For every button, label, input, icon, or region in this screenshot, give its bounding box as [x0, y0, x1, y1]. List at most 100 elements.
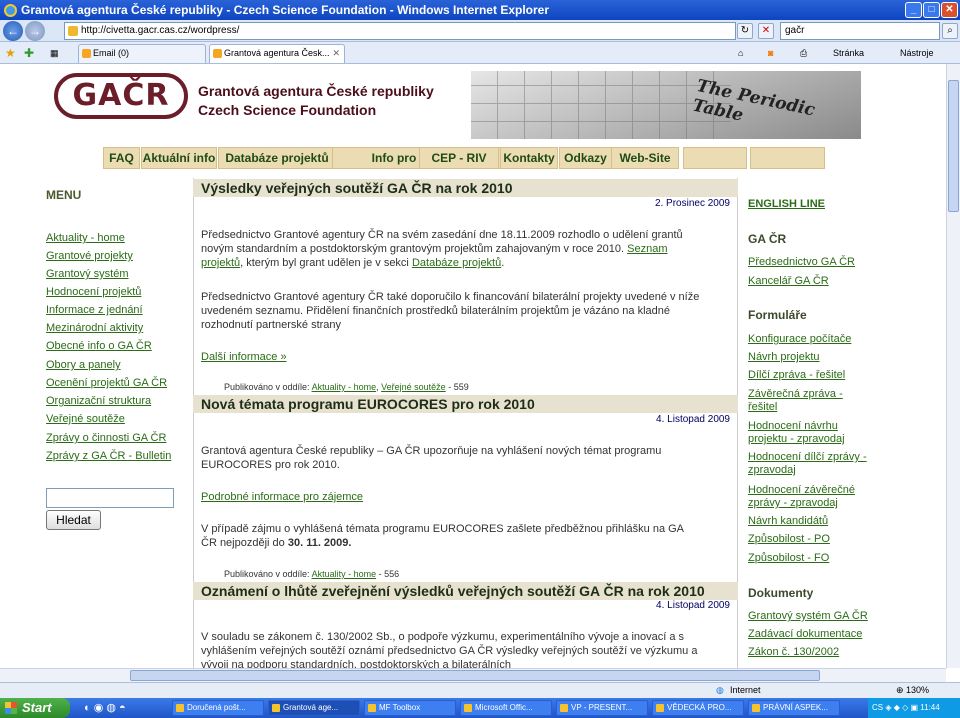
- refresh-button[interactable]: ↻: [737, 23, 753, 39]
- right-link[interactable]: Zadávací dokumentace: [748, 628, 873, 641]
- quick-launch-icons[interactable]: ◐ ◉ ◍ ◓: [84, 701, 126, 714]
- nav-aktualni-info[interactable]: Aktuální info: [141, 147, 217, 169]
- taskbar-item[interactable]: VĚDECKÁ PRO...: [652, 700, 744, 716]
- post-date: 4. Listopad 2009: [656, 600, 730, 611]
- language-indicator[interactable]: CS: [872, 703, 883, 712]
- right-link[interactable]: Zákon č. 130/2002: [748, 646, 873, 659]
- zoom-level[interactable]: 130%: [906, 685, 929, 695]
- menu-item[interactable]: Mezinárodní aktivity: [46, 322, 143, 334]
- right-link[interactable]: Návrh projektu: [748, 351, 873, 364]
- right-link[interactable]: Hodnocení návrhu projektu - zpravodaj: [748, 420, 863, 446]
- post-title[interactable]: Nová témata programu EUROCORES pro rok 2…: [193, 395, 738, 413]
- menu-item[interactable]: Obory a panely: [46, 359, 121, 371]
- home-icon[interactable]: ⌂: [738, 46, 743, 60]
- taskbar-item[interactable]: Grantová age...: [268, 700, 360, 716]
- horizontal-scrollbar[interactable]: [0, 668, 946, 682]
- taskbar-item[interactable]: Microsoft Offic...: [460, 700, 552, 716]
- post-meta: Publikováno v oddíle: Aktuality - home -…: [224, 569, 400, 579]
- stop-button[interactable]: ✕: [758, 23, 774, 39]
- right-link[interactable]: Konfigurace počítače: [748, 333, 873, 346]
- taskbar: Start ◐ ◉ ◍ ◓ Doručená pošt... Grantová …: [0, 698, 960, 718]
- status-bar: ◍ Internet ⊕ 130%: [0, 682, 960, 698]
- forward-button[interactable]: →: [25, 21, 45, 41]
- minimize-button[interactable]: _: [905, 2, 922, 18]
- post-title[interactable]: Oznámení o lhůtě zveřejnění výsledků veř…: [193, 582, 738, 600]
- site-search-input[interactable]: [46, 488, 174, 508]
- tab-label: Grantová agentura Česk...: [224, 48, 330, 58]
- favorites-star-icon[interactable]: ★: [5, 46, 16, 60]
- menu-item[interactable]: Hodnocení projektů: [46, 286, 141, 298]
- zoom-icon: ⊕: [896, 685, 904, 695]
- nav-empty-2: [750, 147, 825, 169]
- category-link[interactable]: Veřejné soutěže: [381, 382, 446, 392]
- title-bar: Grantová agentura České republiky - Czec…: [0, 0, 960, 20]
- print-icon[interactable]: ⎙: [800, 46, 807, 60]
- url-input[interactable]: http://civetta.gacr.cas.cz/wordpress/: [64, 22, 736, 40]
- start-button[interactable]: Start: [0, 698, 70, 718]
- page-menu[interactable]: Stránka: [833, 46, 864, 60]
- menu-item[interactable]: Zprávy z GA ČR - Bulletin: [46, 450, 171, 462]
- post-paragraph: Předsednictvo Grantové agentury ČR na sv…: [201, 229, 683, 269]
- add-favorites-icon[interactable]: ✚: [24, 46, 34, 60]
- right-link[interactable]: Kancelář GA ČR: [748, 275, 873, 288]
- right-link[interactable]: Návrh kandidátů: [748, 515, 873, 528]
- nav-cep-riv[interactable]: CEP - RIV: [419, 147, 499, 169]
- maximize-button[interactable]: □: [923, 2, 940, 18]
- tab-email[interactable]: Email (0): [78, 44, 206, 63]
- nav-faq[interactable]: FAQ: [103, 147, 140, 169]
- menu-item[interactable]: Aktuality - home: [46, 232, 125, 244]
- close-button[interactable]: ✕: [941, 2, 958, 18]
- right-link[interactable]: Způsobilost - FO: [748, 552, 873, 565]
- right-link[interactable]: Dílčí zpráva - řešitel: [748, 369, 873, 382]
- more-info-link[interactable]: Další informace »: [201, 350, 287, 364]
- taskbar-item[interactable]: MF Toolbox: [364, 700, 456, 716]
- clock: 11:44: [920, 703, 940, 712]
- category-link[interactable]: Aktuality - home: [312, 382, 377, 392]
- right-link[interactable]: Předsednictvo GA ČR: [748, 256, 873, 269]
- menu-item[interactable]: Organizační struktura: [46, 395, 151, 407]
- brand-name-en: Czech Science Foundation: [198, 102, 377, 118]
- right-link[interactable]: Způsobilost - PO: [748, 533, 873, 546]
- back-button[interactable]: ←: [3, 21, 23, 41]
- taskbar-item[interactable]: Doručená pošt...: [172, 700, 264, 716]
- tab-gacr[interactable]: Grantová agentura Česk... ✕: [209, 44, 345, 63]
- rss-icon[interactable]: ◙: [768, 46, 773, 60]
- menu-item[interactable]: Grantový systém: [46, 268, 129, 280]
- right-link[interactable]: Závěrečná zpráva - řešitel: [748, 388, 848, 414]
- nav-odkazy[interactable]: Odkazy: [559, 147, 612, 169]
- menu-item[interactable]: Ocenění projektů GA ČR: [46, 377, 167, 389]
- nav-databaze[interactable]: Databáze projektů: [218, 147, 336, 169]
- menu-item[interactable]: Zprávy o činnosti GA ČR: [46, 432, 166, 444]
- menu-item[interactable]: Veřejné soutěže: [46, 413, 125, 425]
- details-link[interactable]: Podrobné informace pro zájemce: [201, 490, 363, 504]
- post-title[interactable]: Výsledky veřejných soutěží GA ČR na rok …: [193, 179, 738, 197]
- menu-item[interactable]: Informace z jednání: [46, 304, 143, 316]
- scroll-thumb[interactable]: [130, 670, 820, 681]
- taskbar-item[interactable]: PRÁVNÍ ASPEK...: [748, 700, 840, 716]
- nav-web-site[interactable]: Web-Site: [611, 147, 679, 169]
- search-button[interactable]: Hledat: [46, 510, 101, 530]
- tray-icons[interactable]: ◈ ◆ ◇ ▣: [885, 703, 920, 712]
- globe-icon: ◍: [716, 685, 724, 695]
- gacr-logo[interactable]: GAČR: [54, 73, 188, 119]
- security-zone: Internet: [730, 685, 761, 695]
- menu-item[interactable]: Obecné info o GA ČR: [46, 340, 152, 352]
- search-input[interactable]: gačr: [780, 22, 940, 40]
- vertical-scrollbar[interactable]: [946, 64, 960, 668]
- quick-tabs-icon[interactable]: ▦: [50, 46, 59, 60]
- category-link[interactable]: Aktuality - home: [312, 569, 377, 579]
- right-link[interactable]: Hodnocení dílčí zprávy - zpravodaj: [748, 451, 873, 477]
- right-link[interactable]: Hodnocení závěrečné zprávy - zpravodaj: [748, 484, 868, 510]
- gacr-tab-icon: [213, 49, 222, 58]
- scroll-thumb[interactable]: [948, 80, 959, 212]
- search-icon[interactable]: ⌕: [942, 23, 958, 39]
- tools-menu[interactable]: Nástroje: [900, 46, 934, 60]
- right-link[interactable]: Grantový systém GA ČR: [748, 610, 873, 623]
- tab-close-icon[interactable]: ✕: [332, 45, 340, 62]
- window-title: Grantová agentura České republiky - Czec…: [21, 3, 549, 17]
- project-database-link[interactable]: Databáze projektů: [412, 257, 501, 269]
- nav-kontakty[interactable]: Kontakty: [500, 147, 558, 169]
- english-line-link[interactable]: ENGLISH LINE: [748, 198, 825, 210]
- menu-item[interactable]: Grantové projekty: [46, 250, 133, 262]
- taskbar-item[interactable]: VP - PRESENT...: [556, 700, 648, 716]
